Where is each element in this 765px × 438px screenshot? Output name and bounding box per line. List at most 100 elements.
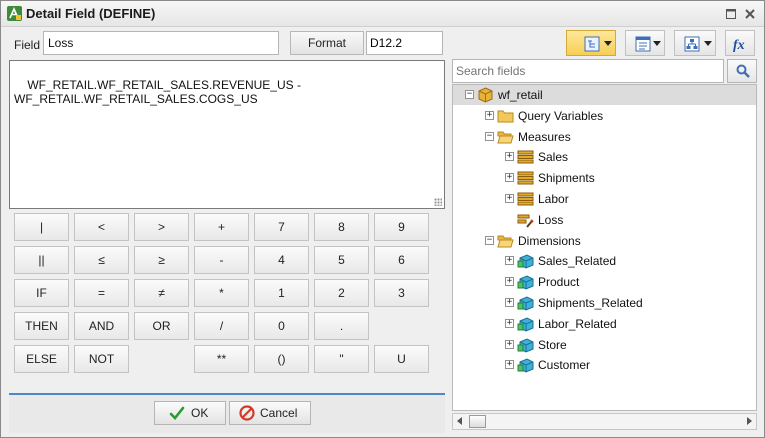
measure-group-icon: [517, 170, 534, 186]
tree-node-label: Labor_Related: [538, 316, 617, 331]
operator-keypad: | < > +7 8 9 || ≤ ≥ -4 5 6 IF = ≠ * 1 2 3 THEN AND OR/0. ELSE N…: [14, 213, 434, 373]
expand-icon[interactable]: +: [505, 339, 514, 349]
tree-node[interactable]: + Customer: [453, 355, 756, 375]
tree-node[interactable]: + Product: [453, 272, 756, 292]
tree-node-label: Measures: [518, 129, 571, 144]
tree-node[interactable]: + Query Variables: [453, 106, 756, 126]
maximize-button[interactable]: [723, 6, 739, 22]
tree-node[interactable]: + Labor_Related: [453, 314, 756, 334]
expand-icon[interactable]: +: [505, 318, 514, 328]
keypad-key[interactable]: 8: [314, 213, 369, 241]
keypad-key[interactable]: <: [74, 213, 129, 241]
keypad-key[interactable]: (): [254, 345, 309, 373]
expand-icon[interactable]: +: [505, 277, 514, 287]
tree-node[interactable]: + Sales_Related: [453, 251, 756, 271]
keypad-key[interactable]: U: [374, 345, 429, 373]
tree-node-label: Store: [538, 337, 567, 352]
keypad-key[interactable]: 9: [374, 213, 429, 241]
tree-node[interactable]: Loss: [453, 210, 756, 230]
keypad-key[interactable]: +: [194, 213, 249, 241]
expand-icon[interactable]: +: [505, 360, 514, 370]
function-button[interactable]: fx: [725, 30, 755, 56]
tree-node[interactable]: + Labor: [453, 189, 756, 209]
expand-icon[interactable]: +: [485, 110, 494, 120]
tree-node[interactable]: + Shipments: [453, 168, 756, 188]
tree-node-label: Customer: [538, 358, 591, 373]
keypad-key[interactable]: 6: [374, 246, 429, 274]
keypad-key[interactable]: ≥: [134, 246, 189, 274]
expand-icon[interactable]: +: [505, 173, 514, 183]
tree-node[interactable]: − Measures: [453, 127, 756, 147]
keypad-key[interactable]: OR: [134, 312, 189, 340]
keypad-key[interactable]: 7: [254, 213, 309, 241]
tree-node-label: Sales_Related: [538, 254, 617, 269]
keypad-key[interactable]: 5: [314, 246, 369, 274]
keypad-key[interactable]: *: [194, 279, 249, 307]
format-button[interactable]: Format: [290, 31, 364, 55]
scroll-right-icon[interactable]: [747, 417, 752, 425]
keypad-key[interactable]: AND: [74, 312, 129, 340]
detail-field-dialog: Detail Field (DEFINE) Field Format WF_RE…: [0, 0, 765, 438]
keypad-key[interactable]: ELSE: [14, 345, 69, 373]
hierarchy-icon: [684, 36, 700, 52]
dimension-icon: [517, 316, 534, 332]
format-input[interactable]: [366, 31, 443, 55]
keypad-key[interactable]: >: [134, 213, 189, 241]
tree-node-label: Query Variables: [518, 108, 604, 123]
tree-node[interactable]: − wf_retail: [453, 85, 756, 105]
field-name-input[interactable]: [43, 31, 279, 55]
expand-icon[interactable]: +: [505, 298, 514, 307]
keypad-key[interactable]: -: [194, 246, 249, 274]
keypad-key[interactable]: =: [74, 279, 129, 307]
keypad-key[interactable]: 1: [254, 279, 309, 307]
keypad-key[interactable]: 0: [254, 312, 309, 340]
tree-node-label: Loss: [538, 212, 564, 227]
folder-open-icon: [497, 233, 514, 249]
search-fields-input[interactable]: [452, 59, 724, 83]
scroll-thumb[interactable]: [469, 415, 486, 428]
title-bar[interactable]: Detail Field (DEFINE): [1, 1, 764, 27]
collapse-icon[interactable]: −: [465, 90, 474, 99]
cancel-button[interactable]: Cancel: [229, 401, 311, 425]
collapse-icon[interactable]: −: [485, 235, 494, 245]
field-tree[interactable]: − wf_retail + Query Variables − Measures + Sale…: [452, 84, 757, 411]
keypad-key[interactable]: ": [314, 345, 369, 373]
tree-horizontal-scrollbar[interactable]: [452, 413, 757, 430]
keypad-key[interactable]: /: [194, 312, 249, 340]
expand-icon[interactable]: +: [505, 194, 514, 203]
keypad-key[interactable]: .: [314, 312, 369, 340]
list-view-dropdown-button[interactable]: [625, 30, 665, 56]
window-title: Detail Field (DEFINE): [26, 6, 156, 21]
hierarchy-dropdown-button[interactable]: [674, 30, 716, 56]
scroll-left-icon[interactable]: [457, 417, 462, 425]
tree-node[interactable]: − Dimensions: [453, 231, 756, 251]
keypad-key[interactable]: IF: [14, 279, 69, 307]
keypad-key[interactable]: 4: [254, 246, 309, 274]
tree-view-icon: [584, 36, 600, 52]
keypad-key[interactable]: |: [14, 213, 69, 241]
keypad-key[interactable]: ||: [14, 246, 69, 274]
function-fx-icon: fx: [733, 38, 745, 53]
tree-node[interactable]: + Sales: [453, 147, 756, 167]
keypad-key[interactable]: NOT: [74, 345, 129, 373]
expand-icon[interactable]: +: [505, 152, 514, 162]
keypad-key[interactable]: **: [194, 345, 249, 373]
search-button[interactable]: [727, 59, 757, 83]
close-button[interactable]: [742, 6, 758, 22]
collapse-icon[interactable]: −: [485, 131, 494, 141]
expression-editor[interactable]: WF_RETAIL.WF_RETAIL_SALES.REVENUE_US - W…: [9, 60, 445, 209]
tree-node[interactable]: + Store: [453, 335, 756, 355]
keypad-key[interactable]: ≠: [134, 279, 189, 307]
tree-node[interactable]: + Shipments_Related: [453, 293, 756, 313]
tree-node-label: Product: [538, 275, 580, 290]
keypad-key[interactable]: 3: [374, 279, 429, 307]
keypad-key[interactable]: 2: [314, 279, 369, 307]
chevron-down-icon: [704, 41, 712, 46]
resize-grip[interactable]: [434, 198, 442, 206]
tree-view-dropdown-button[interactable]: [566, 30, 616, 56]
keypad-key[interactable]: ≤: [74, 246, 129, 274]
keypad-key[interactable]: THEN: [14, 312, 69, 340]
dialog-button-bar: OK Cancel: [9, 393, 445, 433]
expand-icon[interactable]: +: [505, 256, 514, 266]
ok-button[interactable]: OK: [154, 401, 226, 425]
